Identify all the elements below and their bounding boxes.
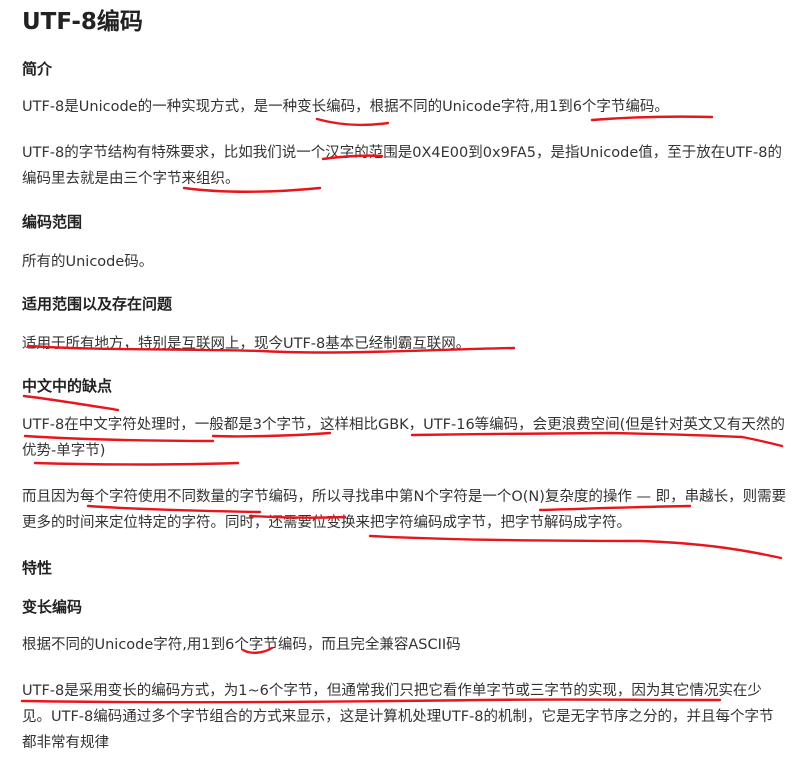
features-paragraph-2: UTF-8是采用变长的编码方式，为1~6个字节，但通常我们只把它看作单字节或三字… [22,683,774,751]
heading-features: 特性 [22,559,53,577]
underline-mark [22,394,120,412]
underline-mark [368,534,783,560]
heading-cons: 中文中的缺点 [22,377,113,395]
heading-intro: 简介 [22,60,53,78]
heading-scope: 适用范围以及存在问题 [22,295,173,313]
features-paragraph-1: 根据不同的Unicode字符,用1到6个字节编码，而且完全兼容ASCII码 [22,637,461,653]
page-title: UTF-8编码 [22,9,143,35]
cons-paragraph-2: 而且因为每个字符使用不同数量的字节编码，所以寻找串中第N个字符是一个O(N)复杂… [22,489,787,531]
cons-paragraph-1: UTF-8在中文字符处理时，一般都是3个字节，这样相比GBK，UTF-16等编码… [22,417,785,459]
intro-paragraph-1: UTF-8是Unicode的一种实现方式，是一种变长编码，根据不同的Unicod… [22,99,669,115]
heading-range: 编码范围 [22,213,83,231]
scope-paragraph: 适用于所有地方，特别是互联网上，现今UTF-8基本已经制霸互联网。 [22,336,471,352]
intro-paragraph-2: UTF-8的字节结构有特殊要求，比如我们说一个汉字的范围是0X4E00到0x9F… [22,145,783,187]
range-paragraph: 所有的Unicode码。 [22,254,154,270]
subheading-variable-length: 变长编码 [22,598,83,616]
article: UTF-8编码 简介 UTF-8是Unicode的一种实现方式，是一种变长编码，… [0,0,799,764]
